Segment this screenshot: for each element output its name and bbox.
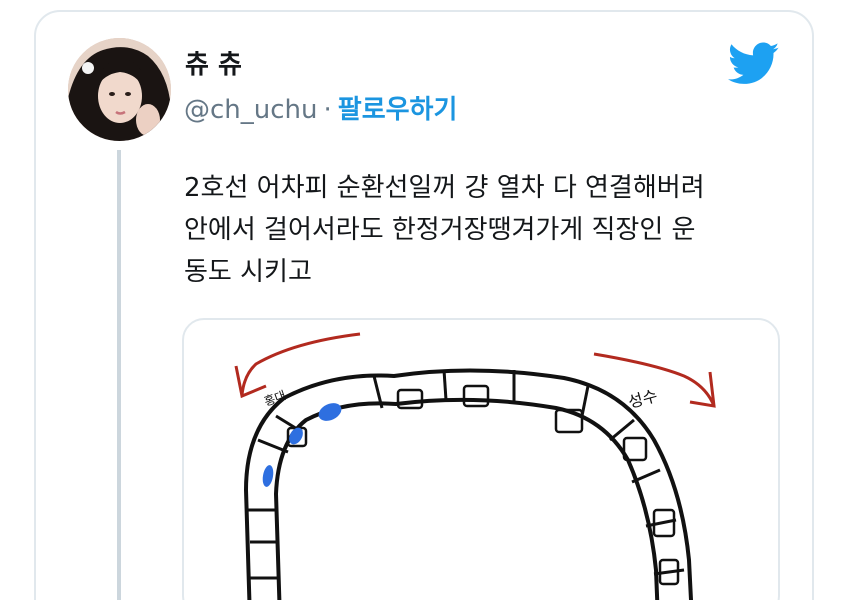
passenger — [262, 465, 274, 487]
passenger — [318, 403, 342, 421]
handle-row: @ch_uchu · 팔로우하기 — [184, 94, 457, 126]
follow-link[interactable]: 팔로우하기 — [338, 95, 458, 125]
tweet-text-line: 안에서 걸어서라도 한정거장땡겨가게 직장인 운 — [184, 215, 696, 245]
twitter-bird-icon[interactable] — [727, 42, 780, 86]
user-handle[interactable]: @ch_uchu — [184, 95, 318, 125]
left-arrow — [240, 332, 361, 396]
label-seongsu: 성수 — [626, 386, 659, 412]
tweet-text-line: 2호선 어차피 순환선일꺼 걍 열차 다 연결해버려 — [184, 173, 705, 203]
tweet-text: 2호선 어차피 순환선일꺼 걍 열차 다 연결해버려 안에서 걸어서라도 한정거… — [184, 167, 794, 293]
display-name[interactable]: 츄 츄 — [185, 50, 242, 80]
page: 츄 츄 @ch_uchu · 팔로우하기 2호선 어차피 순환선일꺼 걍 열차 다 … — [0, 0, 850, 600]
avatar[interactable] — [68, 38, 171, 141]
tweet-image[interactable]: 홍대 성수 — [182, 318, 780, 600]
subway-drawing: 홍대 성수 — [234, 332, 716, 600]
thread-line — [117, 150, 121, 600]
separator-dot: · — [323, 95, 332, 125]
tweet-text-line: 동도 시키고 — [184, 257, 312, 287]
train-loop-inner — [273, 397, 660, 600]
